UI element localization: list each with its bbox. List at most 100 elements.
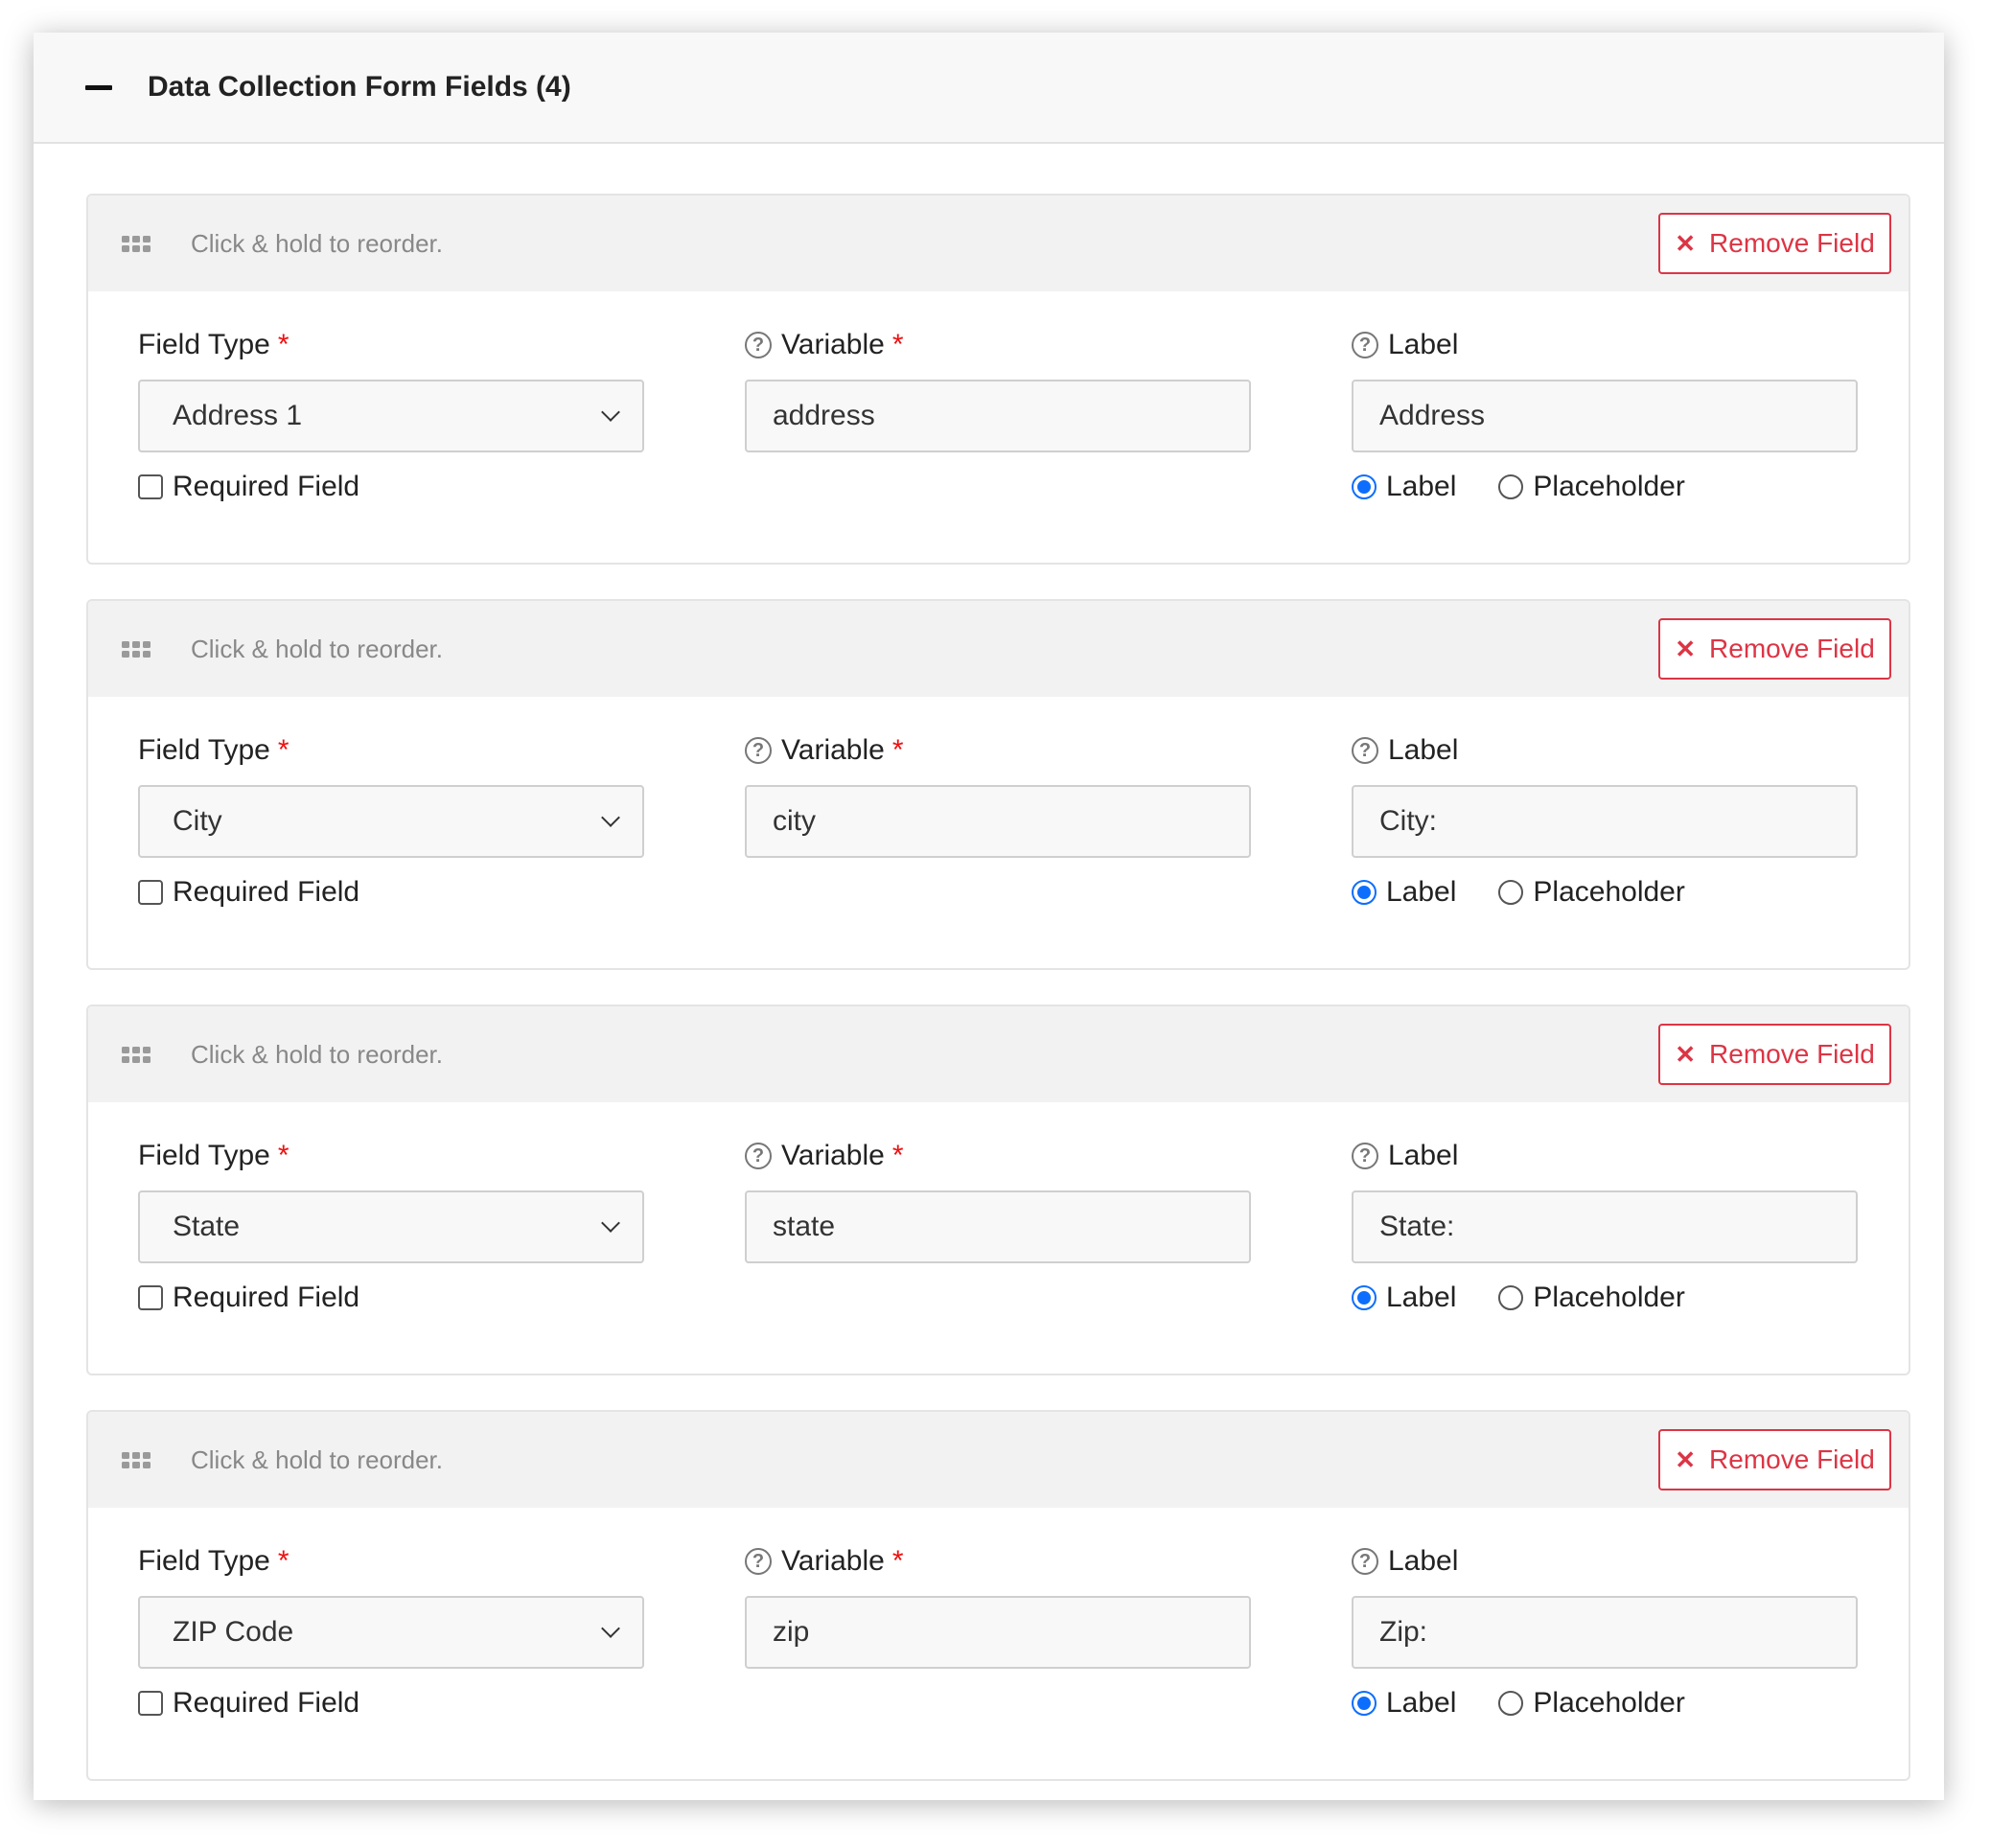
label-value: State:	[1379, 1211, 1455, 1242]
reorder-hint: Click & hold to reorder.	[191, 1444, 444, 1474]
display-placeholder-radio[interactable]	[1498, 880, 1524, 905]
required-field-label: Required Field	[173, 471, 360, 502]
display-placeholder-text: Placeholder	[1533, 471, 1685, 502]
remove-field-label: Remove Field	[1709, 1039, 1875, 1069]
panel-header[interactable]: Data Collection Form Fields (4)	[34, 33, 1944, 144]
field-type-value: Address 1	[173, 400, 303, 431]
label-value: City:	[1379, 805, 1437, 837]
question-circle-icon[interactable]: ?	[745, 1143, 772, 1169]
field-type-label: Field Type	[138, 1545, 270, 1577]
form-fields-panel: Data Collection Form Fields (4) Click & …	[34, 33, 1944, 1800]
display-placeholder-text: Placeholder	[1533, 876, 1685, 908]
display-placeholder-text: Placeholder	[1533, 1687, 1685, 1719]
required-field-checkbox[interactable]	[138, 474, 163, 499]
required-asterisk: *	[277, 1140, 289, 1171]
label-input[interactable]: Address	[1352, 380, 1858, 452]
display-label-text: Label	[1386, 876, 1457, 908]
field-type-select[interactable]: Address 1	[138, 380, 644, 452]
field-type-select[interactable]: ZIP Code	[138, 1596, 644, 1669]
display-label-radio[interactable]	[1352, 1691, 1377, 1716]
panel-title: Data Collection Form Fields (4)	[148, 71, 571, 103]
question-circle-icon[interactable]: ?	[1352, 1143, 1378, 1169]
required-field-label: Required Field	[173, 876, 360, 908]
label-label: Label	[1388, 1140, 1459, 1171]
remove-field-button[interactable]: ✕ Remove Field	[1658, 1429, 1891, 1490]
required-asterisk: *	[891, 1140, 904, 1171]
x-icon: ✕	[1675, 229, 1697, 258]
field-card-header[interactable]: Click & hold to reorder. ✕ Remove Field	[88, 1412, 1909, 1508]
label-input[interactable]: City:	[1352, 785, 1858, 858]
variable-label: Variable	[781, 1545, 885, 1577]
display-label-radio[interactable]	[1352, 1285, 1377, 1310]
label-label: Label	[1388, 734, 1459, 766]
display-label-radio[interactable]	[1352, 474, 1377, 499]
field-card: Click & hold to reorder. ✕ Remove Field …	[86, 194, 1910, 565]
remove-field-button[interactable]: ✕ Remove Field	[1658, 1024, 1891, 1085]
required-field-checkbox[interactable]	[138, 1285, 163, 1310]
field-card-header[interactable]: Click & hold to reorder. ✕ Remove Field	[88, 1006, 1909, 1102]
variable-input[interactable]: zip	[745, 1596, 1251, 1669]
question-circle-icon[interactable]: ?	[745, 737, 772, 764]
question-circle-icon[interactable]: ?	[745, 332, 772, 358]
required-asterisk: *	[891, 329, 904, 360]
field-card: Click & hold to reorder. ✕ Remove Field …	[86, 599, 1910, 970]
remove-field-label: Remove Field	[1709, 634, 1875, 663]
variable-value: address	[773, 400, 875, 431]
required-asterisk: *	[891, 734, 904, 766]
remove-field-button[interactable]: ✕ Remove Field	[1658, 213, 1891, 274]
label-label: Label	[1388, 1545, 1459, 1577]
label-value: Zip:	[1379, 1616, 1428, 1648]
required-field-label: Required Field	[173, 1687, 360, 1719]
field-type-label: Field Type	[138, 329, 270, 360]
x-icon: ✕	[1675, 1445, 1697, 1474]
question-circle-icon[interactable]: ?	[1352, 737, 1378, 764]
label-input[interactable]: Zip:	[1352, 1596, 1858, 1669]
variable-value: state	[773, 1211, 836, 1242]
chevron-down-icon	[601, 1619, 620, 1638]
variable-input[interactable]: city	[745, 785, 1251, 858]
chevron-down-icon	[601, 808, 620, 827]
drag-handle-icon[interactable]	[122, 639, 150, 658]
label-input[interactable]: State:	[1352, 1190, 1858, 1263]
display-label-radio[interactable]	[1352, 880, 1377, 905]
required-field-checkbox[interactable]	[138, 1691, 163, 1716]
label-value: Address	[1379, 400, 1486, 431]
field-type-select[interactable]: City	[138, 785, 644, 858]
required-field-checkbox[interactable]	[138, 880, 163, 905]
display-label-text: Label	[1386, 471, 1457, 502]
minus-icon[interactable]	[85, 84, 112, 90]
variable-input[interactable]: address	[745, 380, 1251, 452]
field-type-select[interactable]: State	[138, 1190, 644, 1263]
variable-label: Variable	[781, 1140, 885, 1171]
field-card-header[interactable]: Click & hold to reorder. ✕ Remove Field	[88, 601, 1909, 697]
required-asterisk: *	[891, 1545, 904, 1577]
display-placeholder-radio[interactable]	[1498, 474, 1524, 499]
x-icon: ✕	[1675, 635, 1697, 663]
display-placeholder-radio[interactable]	[1498, 1691, 1524, 1716]
variable-label: Variable	[781, 734, 885, 766]
remove-field-button[interactable]: ✕ Remove Field	[1658, 618, 1891, 680]
field-card-header[interactable]: Click & hold to reorder. ✕ Remove Field	[88, 196, 1909, 291]
display-placeholder-radio[interactable]	[1498, 1285, 1524, 1310]
display-label-text: Label	[1386, 1687, 1457, 1719]
chevron-down-icon	[601, 403, 620, 422]
remove-field-label: Remove Field	[1709, 228, 1875, 258]
reorder-hint: Click & hold to reorder.	[191, 1039, 444, 1069]
drag-handle-icon[interactable]	[122, 1045, 150, 1064]
required-asterisk: *	[277, 734, 289, 766]
question-circle-icon[interactable]: ?	[1352, 332, 1378, 358]
question-circle-icon[interactable]: ?	[745, 1548, 772, 1575]
field-type-value: State	[173, 1211, 241, 1242]
x-icon: ✕	[1675, 1040, 1697, 1069]
question-circle-icon[interactable]: ?	[1352, 1548, 1378, 1575]
label-label: Label	[1388, 329, 1459, 360]
variable-value: zip	[773, 1616, 810, 1648]
drag-handle-icon[interactable]	[122, 234, 150, 253]
field-card: Click & hold to reorder. ✕ Remove Field …	[86, 1005, 1910, 1375]
chevron-down-icon	[601, 1213, 620, 1233]
variable-input[interactable]: state	[745, 1190, 1251, 1263]
drag-handle-icon[interactable]	[122, 1450, 150, 1469]
reorder-hint: Click & hold to reorder.	[191, 634, 444, 663]
field-list: Click & hold to reorder. ✕ Remove Field …	[34, 144, 1944, 1781]
field-type-label: Field Type	[138, 734, 270, 766]
